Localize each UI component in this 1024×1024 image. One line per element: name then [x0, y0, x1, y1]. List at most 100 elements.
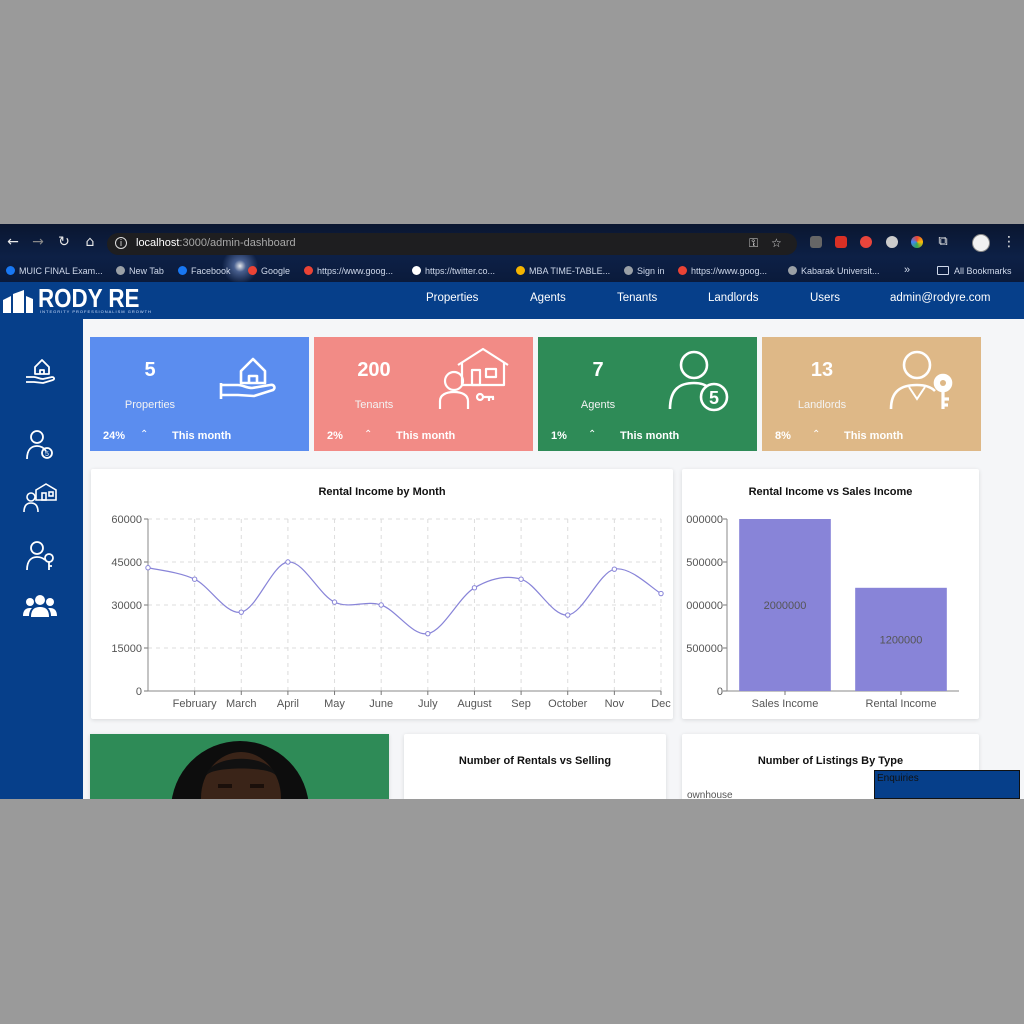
extension-icon[interactable] — [835, 236, 847, 248]
users-group-icon[interactable] — [22, 589, 58, 623]
nav-admin-account[interactable]: admin@rodyre.com — [890, 292, 991, 304]
logo-tagline: INTEGRITY PROFESSIONALISM GROWTH — [40, 309, 152, 314]
home-icon[interactable]: ⌂ — [81, 233, 99, 251]
stat-period: This month — [396, 430, 456, 442]
stat-card-landlords[interactable]: 13 Landlords 8% ⌃ This month — [762, 337, 981, 451]
stat-period: This month — [172, 430, 232, 442]
listing-type-label: ownhouse — [687, 790, 733, 799]
stat-percent: 2% — [327, 430, 343, 442]
extension-icon[interactable] — [886, 236, 898, 248]
url-text[interactable]: localhost:3000/admin-dashboard — [136, 237, 296, 249]
bookmark-favicon — [178, 266, 187, 275]
folder-icon — [937, 266, 949, 275]
bookmark-favicon — [624, 266, 633, 275]
bookmarks-overflow-icon[interactable]: » — [904, 264, 910, 276]
data-point — [285, 559, 291, 565]
url-host: localhost — [136, 237, 180, 249]
stat-value: 7 — [592, 359, 604, 381]
tenant-icon[interactable] — [22, 480, 58, 514]
landlord-icon[interactable] — [22, 538, 58, 572]
nav-tenants[interactable]: Tenants — [617, 292, 657, 304]
enquiries-button[interactable]: Enquiries — [874, 770, 1020, 799]
stat-card-properties[interactable]: 5 Properties 24% ⌃ This month — [90, 337, 309, 451]
bookmark-favicon — [116, 266, 125, 275]
bar-chart-svg: 0 500000 000000 500000 000000 2000000 Sales In… — [686, 514, 959, 710]
house-hand-icon — [219, 357, 276, 399]
extensions-puzzle-icon[interactable]: ⧉ — [934, 233, 952, 251]
y-tick-label: 0 — [136, 686, 142, 698]
bookmark-star-icon[interactable]: ☆ — [771, 236, 782, 250]
y-tick-label: 15000 — [111, 643, 142, 655]
x-tick-label: August — [457, 698, 491, 710]
bookmark-item[interactable]: MUIC FINAL Exam... — [6, 266, 103, 276]
profile-photo — [171, 741, 309, 799]
card-title: Number of Rentals vs Selling — [458, 755, 612, 767]
bookmark-label: https://www.goog... — [691, 266, 768, 276]
menu-kebab-icon[interactable]: ⋮ — [1000, 233, 1018, 251]
x-tick-label: June — [369, 698, 393, 710]
y-tick-label: 30000 — [111, 600, 142, 612]
data-point — [565, 612, 571, 618]
profile-avatar[interactable] — [972, 234, 990, 252]
extension-icon[interactable] — [911, 236, 923, 248]
bookmark-item[interactable]: Facebook — [178, 266, 231, 276]
bookmark-label: Kabarak Universit... — [801, 266, 880, 276]
bookmark-item[interactable]: MBA TIME-TABLE... — [516, 266, 610, 276]
nav-users[interactable]: Users — [810, 292, 840, 304]
stat-label: Agents — [580, 399, 616, 411]
back-icon[interactable]: ← — [4, 233, 22, 251]
profile-card — [90, 734, 389, 799]
x-tick-label: Nov — [605, 698, 625, 710]
x-tick-label: Sep — [511, 698, 531, 710]
password-key-icon[interactable]: ⚿ — [749, 236, 758, 251]
bookmark-favicon — [304, 266, 313, 275]
bookmark-item[interactable]: Kabarak Universit... — [788, 266, 880, 276]
extension-icon[interactable] — [810, 236, 822, 248]
bookmark-item[interactable]: Sign in — [624, 266, 665, 276]
nav-landlords[interactable]: Landlords — [708, 292, 759, 304]
x-tick-label: February — [173, 698, 218, 710]
stat-card-agents[interactable]: 7 Agents 1% ⌃ This month 5 — [538, 337, 757, 451]
bookmark-item[interactable]: https://www.goog... — [304, 266, 393, 276]
bookmark-label: MBA TIME-TABLE... — [529, 266, 611, 276]
stat-label: Properties — [124, 399, 176, 411]
reload-icon[interactable]: ↻ — [55, 233, 73, 251]
data-point — [658, 590, 664, 597]
all-bookmarks[interactable]: All Bookmarks — [937, 266, 1012, 276]
nav-properties[interactable]: Properties — [426, 292, 478, 304]
nav-agents[interactable]: Agents — [530, 292, 566, 304]
chevron-up-icon: ⌃ — [364, 429, 373, 440]
bookmark-item[interactable]: https://www.goog... — [678, 266, 767, 276]
bookmark-item[interactable]: https://twitter.co... — [412, 266, 495, 276]
stat-period: This month — [844, 430, 904, 442]
x-tick-label: April — [277, 698, 299, 710]
bookmark-favicon — [412, 266, 421, 275]
y-tick-label: 45000 — [111, 557, 142, 569]
main-content: 5 Properties 24% ⌃ This month 200 Tenant… — [83, 319, 1024, 799]
house-hand-icon[interactable] — [22, 353, 58, 387]
agent-icon[interactable]: 5 — [22, 427, 58, 461]
series-line — [147, 561, 662, 635]
stat-card-tenants[interactable]: 200 Tenants 2% ⌃ This month — [314, 337, 533, 451]
data-point — [518, 576, 524, 582]
data-point — [471, 585, 478, 591]
y-tick-label: 000000 — [686, 600, 723, 612]
stat-period: This month — [620, 430, 680, 442]
address-bar[interactable]: i localhost:3000/admin-dashboard ⚿ ☆ — [107, 233, 797, 255]
url-path: :3000/admin-dashboard — [179, 237, 296, 249]
x-tick-label: July — [418, 698, 438, 710]
y-tick-label: 500000 — [686, 557, 723, 569]
extension-icon[interactable] — [860, 236, 872, 248]
chevron-up-icon: ⌃ — [588, 429, 597, 440]
forward-icon[interactable]: → — [29, 233, 47, 251]
bookmark-label: https://twitter.co... — [425, 266, 496, 276]
bookmark-item[interactable]: Google — [248, 266, 290, 276]
y-tick-label: 500000 — [686, 643, 723, 655]
rental-income-chart: Rental Income by Month 0 15000 30000 45000 6… — [91, 469, 673, 719]
data-point — [331, 599, 338, 605]
data-point — [191, 576, 198, 582]
site-info-icon[interactable]: i — [115, 237, 127, 249]
bookmark-item[interactable]: New Tab — [116, 266, 164, 276]
enquiries-label: Enquiries — [877, 773, 919, 784]
data-point — [425, 630, 431, 637]
